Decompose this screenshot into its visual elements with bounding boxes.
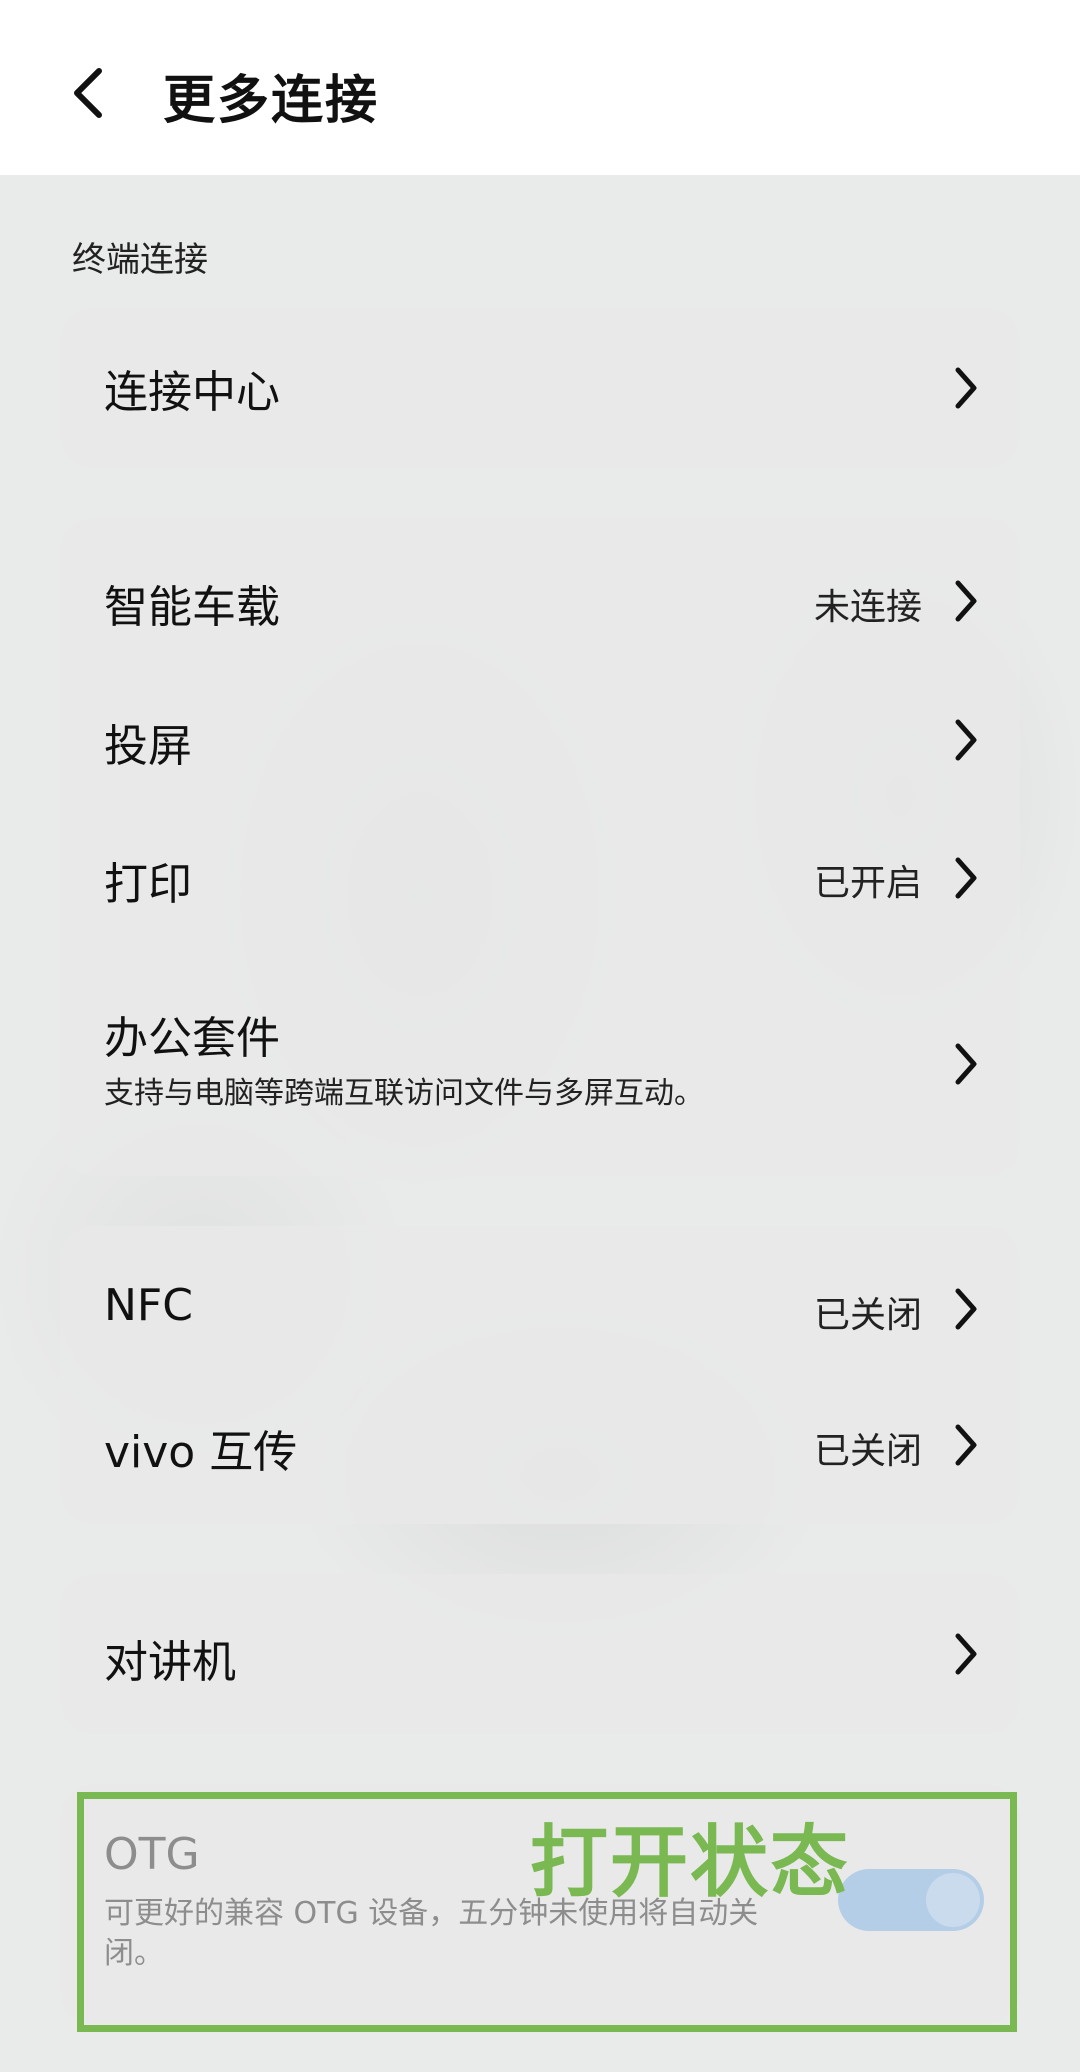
row-status: 已关闭 (813, 1295, 922, 1336)
section-label-terminal: 终端连接 (72, 240, 208, 280)
row-label: 连接中心 (104, 367, 280, 418)
chevron-right-icon (955, 580, 977, 622)
app-header: 更多连接 (0, 0, 1080, 175)
card-nfc-share: NFC 已关闭 vivo 互传 已关闭 (60, 1226, 1020, 1524)
row-screen-cast[interactable]: 投屏 (60, 658, 1020, 796)
card-device-group: 智能车载 未连接 投屏 打印 已开启 办公套件 支持与电脑等跨端互联访问文件与多… (60, 518, 1020, 1176)
row-status: 已关闭 (813, 1431, 922, 1472)
row-status: 未连接 (813, 587, 922, 628)
row-label: 办公套件 (104, 1013, 280, 1064)
chevron-right-icon (955, 1424, 977, 1466)
chevron-left-icon (74, 68, 102, 118)
row-label: 智能车载 (104, 582, 280, 633)
back-button[interactable] (58, 58, 118, 128)
annotation-label: 打开状态 (530, 1818, 851, 1908)
row-print[interactable]: 打印 已开启 (60, 796, 1020, 934)
row-office-suite[interactable]: 办公套件 支持与电脑等跨端互联访问文件与多屏互动。 (60, 934, 1020, 1176)
row-label: 打印 (104, 859, 192, 910)
chevron-right-icon (955, 857, 977, 899)
row-label: NFC (104, 1280, 193, 1331)
row-description: 支持与电脑等跨端互联访问文件与多屏互动。 (104, 1076, 704, 1111)
row-walkie-talkie[interactable]: 对讲机 (60, 1574, 1020, 1734)
row-nfc[interactable]: NFC 已关闭 (60, 1226, 1020, 1386)
chevron-right-icon (955, 1633, 977, 1675)
row-label: 投屏 (104, 721, 192, 772)
chevron-right-icon (955, 1288, 977, 1330)
chevron-right-icon (955, 367, 977, 409)
row-label: vivo 互传 (104, 1427, 298, 1478)
row-connect-center[interactable]: 连接中心 (60, 308, 1020, 468)
row-status: 已开启 (813, 863, 922, 904)
card-connect-center: 连接中心 (60, 308, 1020, 468)
chevron-right-icon (955, 1043, 977, 1085)
row-label: 对讲机 (104, 1637, 236, 1688)
row-vivo-share[interactable]: vivo 互传 已关闭 (60, 1376, 1020, 1524)
page-title: 更多连接 (163, 71, 380, 131)
card-walkie-talkie: 对讲机 (60, 1574, 1020, 1734)
chevron-right-icon (955, 719, 977, 761)
